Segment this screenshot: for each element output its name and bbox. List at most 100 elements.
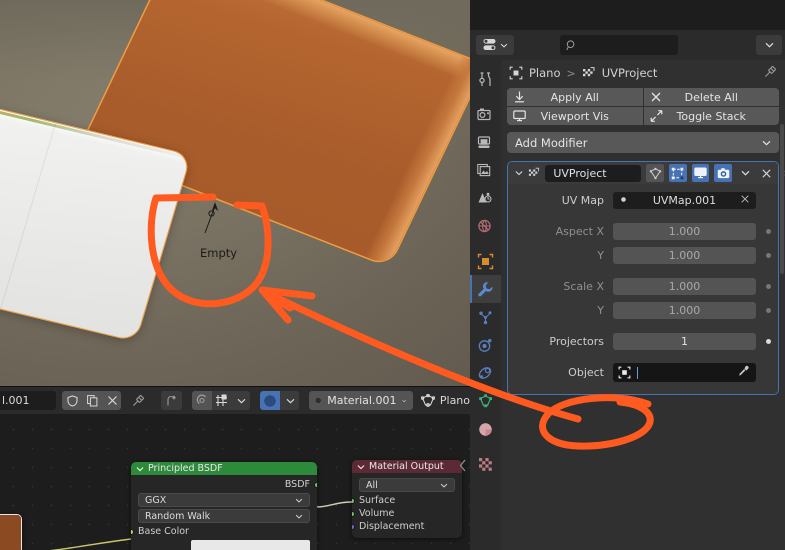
animate-dot[interactable] (766, 284, 771, 289)
node-material-output[interactable]: Material Output All Surface Volume Displ… (352, 460, 462, 538)
node-dropdown-subsurface[interactable]: Random Walk (138, 509, 310, 523)
base-color-swatch[interactable] (191, 540, 310, 550)
editor-type-selector[interactable] (476, 35, 514, 55)
field-row-scale-y: Y 1.000 (508, 300, 778, 321)
snap-magnet-icon[interactable] (191, 391, 212, 410)
projectors-field[interactable]: 1 (613, 333, 756, 350)
collapse-sidebar-icon[interactable] (459, 459, 467, 475)
node-input-row[interactable]: Surface (352, 494, 462, 507)
delete-all-button[interactable]: Delete All (643, 88, 779, 106)
sidebar-item-view-layer[interactable] (470, 156, 501, 184)
x-close-icon[interactable] (740, 194, 750, 207)
field-row-object: Object (508, 362, 778, 383)
pin-icon[interactable] (129, 391, 149, 410)
node-principled-bsdf[interactable]: Principled BSDF BSDF GGX Random Walk Bas… (131, 462, 317, 550)
toggle-stack-button[interactable]: Toggle Stack (643, 107, 779, 125)
aspect-y-field[interactable]: 1.000 (613, 247, 756, 264)
node-dropdown-distribution[interactable]: GGX (138, 493, 310, 507)
chevron-down-icon[interactable] (515, 170, 523, 176)
sidebar-item-texture[interactable] (470, 450, 501, 478)
shader-node-editor[interactable]: Principled BSDF BSDF GGX Random Walk Bas… (0, 414, 470, 550)
animate-dot[interactable] (766, 229, 771, 234)
duplicate-icon[interactable] (82, 391, 103, 410)
chevron-down-icon[interactable] (136, 466, 144, 472)
sidebar-item-render[interactable] (470, 100, 501, 128)
chevron-down-icon[interactable] (231, 391, 251, 410)
breadcrumb-modifier[interactable]: UVProject (602, 66, 658, 80)
modifier-extras-chevron[interactable] (737, 170, 753, 176)
displacement-input-socket[interactable] (352, 523, 355, 530)
surface-input-socket[interactable] (352, 497, 355, 504)
sidebar-item-modifiers[interactable] (470, 275, 501, 303)
uvmap-field[interactable]: UVMap.001 (613, 192, 756, 209)
unlink-icon[interactable] (102, 391, 121, 410)
snap-increment-icon[interactable] (211, 391, 232, 410)
node-dropdown-target[interactable]: All (359, 478, 455, 492)
sidebar-item-scene[interactable] (470, 184, 501, 212)
breadcrumb-object[interactable]: Plano (529, 66, 561, 80)
node-input-row[interactable]: Volume (352, 507, 462, 520)
uv-dot-icon (619, 194, 628, 207)
modifier-name-field[interactable]: UVProject (545, 164, 642, 182)
render-display-toggle[interactable] (714, 164, 733, 182)
bsdf-output-socket[interactable] (314, 481, 317, 488)
on-cage-toggle[interactable] (646, 164, 665, 182)
delete-all-label: Delete All (684, 90, 738, 104)
sidebar-item-object[interactable] (470, 247, 501, 275)
node-dropdown-value: All (366, 479, 378, 491)
animate-dot[interactable] (766, 308, 771, 313)
base-color-socket[interactable] (131, 528, 134, 535)
header-overflow-chevron[interactable] (756, 35, 782, 55)
3d-viewport[interactable]: Empty (0, 0, 470, 386)
chevron-down-icon[interactable] (280, 391, 299, 410)
node-output-row[interactable]: BSDF (131, 478, 317, 491)
node-input-row[interactable]: Displacement (352, 520, 462, 533)
sidebar-item-particles[interactable] (470, 303, 501, 331)
node-basecolor-row[interactable]: Base Color (131, 525, 317, 538)
add-modifier-button[interactable]: Add Modifier (507, 132, 779, 153)
sidebar-item-output[interactable] (470, 128, 501, 156)
properties-scrollbar[interactable] (780, 124, 784, 274)
material-preview-icon[interactable] (260, 391, 281, 410)
modifier-close-icon[interactable] (758, 168, 774, 179)
object-search-field[interactable] (613, 363, 756, 382)
scale-x-field[interactable]: 1.000 (613, 278, 756, 295)
sidebar-item-material[interactable] (470, 415, 501, 443)
viewport-vis-button[interactable]: Viewport Vis (507, 107, 643, 125)
volume-input-socket[interactable] (352, 510, 355, 517)
edit-mode-display-toggle[interactable] (669, 164, 687, 182)
node-header[interactable]: Material Output (352, 460, 462, 473)
sidebar-item-world[interactable] (470, 212, 501, 240)
node-title: Material Output (369, 461, 444, 472)
scale-y-field[interactable]: 1.000 (613, 302, 756, 319)
blender-window: Empty l.001 Material.001 Plano Principle… (0, 0, 785, 550)
sidebar-item-tool[interactable] (470, 65, 501, 93)
eyedropper-icon[interactable] (737, 363, 750, 382)
fake-user-icon[interactable] (62, 391, 83, 410)
aspect-x-field[interactable]: 1.000 (613, 223, 756, 240)
toggle-stack-label: Toggle Stack (676, 109, 746, 123)
search-input[interactable] (560, 35, 678, 55)
sidebar-item-object-data[interactable] (470, 387, 501, 415)
empty-object-gizmo[interactable] (196, 200, 222, 234)
apply-all-button[interactable]: Apply All (507, 88, 643, 106)
modifier-header[interactable]: UVProject (508, 162, 778, 184)
chevron-down-icon[interactable] (357, 464, 365, 470)
sidebar-item-physics[interactable] (470, 331, 501, 359)
sidebar-item-constraints[interactable] (470, 359, 501, 387)
pin-icon[interactable] (764, 65, 777, 81)
monitor-icon (513, 110, 526, 122)
node-dropdown-value: GGX (145, 494, 167, 506)
material-name-field[interactable]: l.001 (0, 391, 57, 410)
node-dropdown-value: Random Walk (145, 510, 211, 522)
material-selector[interactable]: Material.001 (308, 391, 413, 410)
animate-dot[interactable] (766, 253, 771, 258)
node-body: BSDF GGX Random Walk Base Color (131, 475, 317, 550)
go-to-parent-icon[interactable] (160, 391, 182, 410)
animate-dot[interactable] (766, 339, 771, 344)
properties-editor-icon (483, 39, 495, 50)
constraints-icon (478, 366, 492, 379)
node-header[interactable]: Principled BSDF (131, 462, 317, 475)
realtime-display-toggle[interactable] (691, 164, 710, 182)
chevron-down-icon (295, 514, 303, 519)
